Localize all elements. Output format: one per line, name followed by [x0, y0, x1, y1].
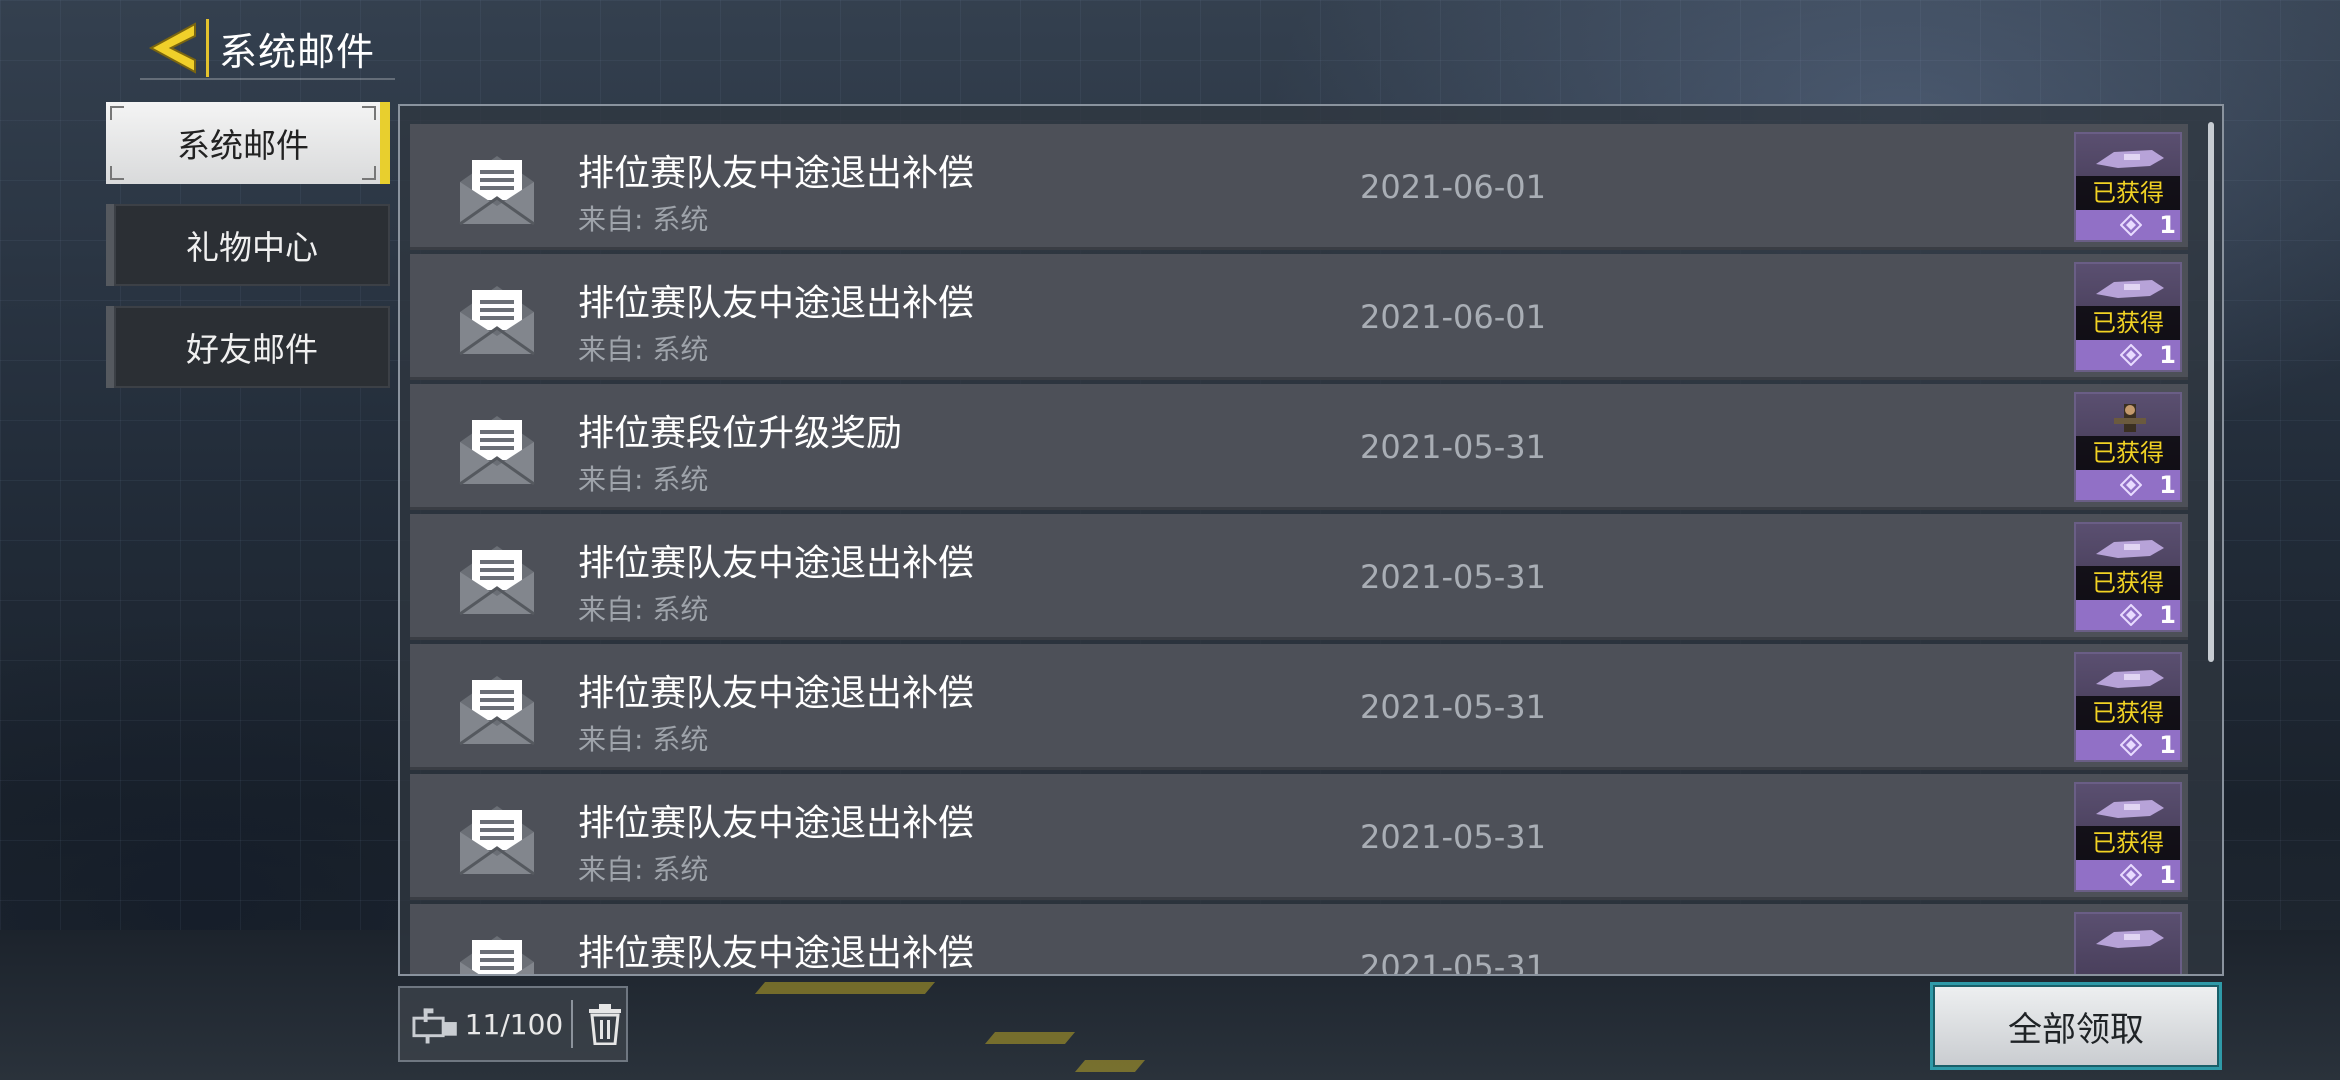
header-divider	[206, 19, 209, 77]
rarity-diamond-icon	[2120, 734, 2142, 756]
mail-row[interactable]: 排位赛队友中途退出补偿 来自: 系统 2021-05-31 已获得 1	[410, 514, 2188, 640]
mail-row[interactable]: 排位赛段位升级奖励 来自: 系统 2021-05-31 已获得 1	[410, 384, 2188, 510]
reward-count: 1	[2159, 731, 2176, 759]
reward-status-badge: 已获得	[2076, 826, 2180, 860]
page-title: 系统邮件	[219, 29, 376, 74]
mail-date: 2021-06-01	[1360, 168, 1546, 206]
reward-count-bar: 1	[2076, 860, 2180, 890]
header-underline	[140, 78, 395, 80]
mail-date: 2021-05-31	[1360, 948, 1546, 976]
mail-sender: 来自: 系统	[578, 203, 709, 236]
back-button[interactable]	[140, 16, 206, 80]
mailbox-icon	[412, 1008, 457, 1044]
mail-subject: 排位赛队友中途退出补偿	[578, 803, 975, 844]
envelope-open-icon	[459, 156, 535, 226]
rarity-diamond-icon	[2120, 474, 2142, 496]
envelope-open-icon	[460, 936, 534, 974]
tab-friend-mail[interactable]: 好友邮件	[106, 306, 390, 388]
mailbox-storage: 11/100	[398, 986, 628, 1062]
reward-count: 1	[2159, 861, 2176, 889]
back-arrow-icon	[148, 22, 196, 74]
mail-date: 2021-05-31	[1360, 558, 1546, 596]
tab-system-mail[interactable]: 系统邮件	[106, 102, 390, 184]
mail-subject: 排位赛队友中途退出补偿	[578, 153, 975, 194]
envelope-open-icon	[459, 676, 535, 746]
mail-subject: 排位赛队友中途退出补偿	[578, 933, 975, 974]
weapon-skin-icon	[2096, 670, 2164, 688]
envelope-open-icon	[459, 546, 535, 616]
rarity-diamond-icon	[2120, 864, 2142, 886]
mail-sender: 来自: 系统	[578, 333, 709, 366]
mail-subject: 排位赛队友中途退出补偿	[578, 543, 975, 584]
claim-all-button[interactable]: 全部领取	[1930, 982, 2222, 1070]
tab-label: 礼物中心	[186, 228, 318, 267]
reward-item[interactable]: 已获得 1	[2074, 522, 2182, 632]
trash-icon	[588, 1004, 621, 1045]
weapon-skin-icon	[2096, 280, 2164, 298]
delete-read-button[interactable]	[583, 999, 626, 1049]
rarity-diamond-icon	[2120, 604, 2142, 626]
reward-item[interactable]: 已获得 1	[2074, 392, 2182, 502]
reward-count: 1	[2159, 211, 2176, 239]
mail-sender: 来自: 系统	[578, 593, 709, 626]
mail-subject: 排位赛队友中途退出补偿	[578, 673, 975, 714]
reward-count-bar: 1	[2076, 210, 2180, 240]
reward-count-bar: 1	[2076, 600, 2180, 630]
weapon-skin-icon	[2096, 150, 2164, 168]
reward-status-badge: 已获得	[2076, 696, 2180, 730]
reward-item[interactable]: 已获得 1	[2074, 782, 2182, 892]
envelope-open-icon	[459, 806, 535, 876]
weapon-skin-icon	[2096, 540, 2164, 558]
reward-status-badge: 已获得	[2076, 306, 2180, 340]
reward-count-bar: 1	[2076, 340, 2180, 370]
mail-subject: 排位赛队友中途退出补偿	[578, 283, 975, 324]
reward-count: 1	[2159, 471, 2176, 499]
mail-list-scrollbar[interactable]	[2208, 122, 2214, 662]
weapon-skin-icon	[2096, 930, 2164, 948]
storage-divider	[571, 1000, 574, 1048]
mail-category-tabs: 系统邮件 礼物中心 好友邮件	[106, 102, 390, 408]
reward-item[interactable]: 已获得 1	[2074, 132, 2182, 242]
envelope-open-icon	[459, 416, 535, 486]
mail-row[interactable]: 排位赛队友中途退出补偿 来自: 系统 2021-05-31 已获得 1	[410, 644, 2188, 770]
mail-date: 2021-06-01	[1360, 298, 1546, 336]
envelope-open-icon	[459, 286, 535, 356]
mail-date: 2021-05-31	[1360, 428, 1546, 466]
reward-count-bar: 1	[2076, 730, 2180, 760]
mail-list-panel[interactable]: 排位赛队友中途退出补偿 来自: 系统 2021-06-01 已获得 1 排位赛队…	[398, 104, 2224, 976]
rarity-diamond-icon	[2120, 344, 2142, 366]
character-skin-icon	[2114, 404, 2146, 432]
mail-row[interactable]: 排位赛队友中途退出补偿 2021-05-31	[410, 904, 2188, 976]
mail-date: 2021-05-31	[1360, 688, 1546, 726]
mail-date: 2021-05-31	[1360, 818, 1546, 856]
mail-row[interactable]: 排位赛队友中途退出补偿 来自: 系统 2021-06-01 已获得 1	[410, 124, 2188, 250]
page-header: 系统邮件	[140, 16, 375, 80]
reward-status-badge: 已获得	[2076, 176, 2180, 210]
rarity-diamond-icon	[2120, 214, 2142, 236]
mail-sender: 来自: 系统	[578, 463, 709, 496]
reward-count: 1	[2159, 341, 2176, 369]
tab-gift-center[interactable]: 礼物中心	[106, 204, 390, 286]
mail-row[interactable]: 排位赛队友中途退出补偿 来自: 系统 2021-06-01 已获得 1	[410, 254, 2188, 380]
weapon-skin-icon	[2096, 800, 2164, 818]
reward-status-badge: 已获得	[2076, 436, 2180, 470]
mail-row[interactable]: 排位赛队友中途退出补偿 来自: 系统 2021-05-31 已获得 1	[410, 774, 2188, 900]
reward-item[interactable]	[2074, 912, 2182, 974]
mail-subject: 排位赛段位升级奖励	[578, 413, 903, 454]
reward-count-bar: 1	[2076, 470, 2180, 500]
mail-count: 11/100	[464, 1007, 564, 1041]
reward-count: 1	[2159, 601, 2176, 629]
mail-list: 排位赛队友中途退出补偿 来自: 系统 2021-06-01 已获得 1 排位赛队…	[410, 124, 2188, 976]
reward-item[interactable]: 已获得 1	[2074, 262, 2182, 372]
tab-label: 好友邮件	[186, 330, 318, 369]
mail-sender: 来自: 系统	[578, 723, 709, 756]
reward-item[interactable]: 已获得 1	[2074, 652, 2182, 762]
tab-label: 系统邮件	[177, 126, 309, 165]
mail-sender: 来自: 系统	[578, 853, 709, 886]
reward-status-badge: 已获得	[2076, 566, 2180, 600]
